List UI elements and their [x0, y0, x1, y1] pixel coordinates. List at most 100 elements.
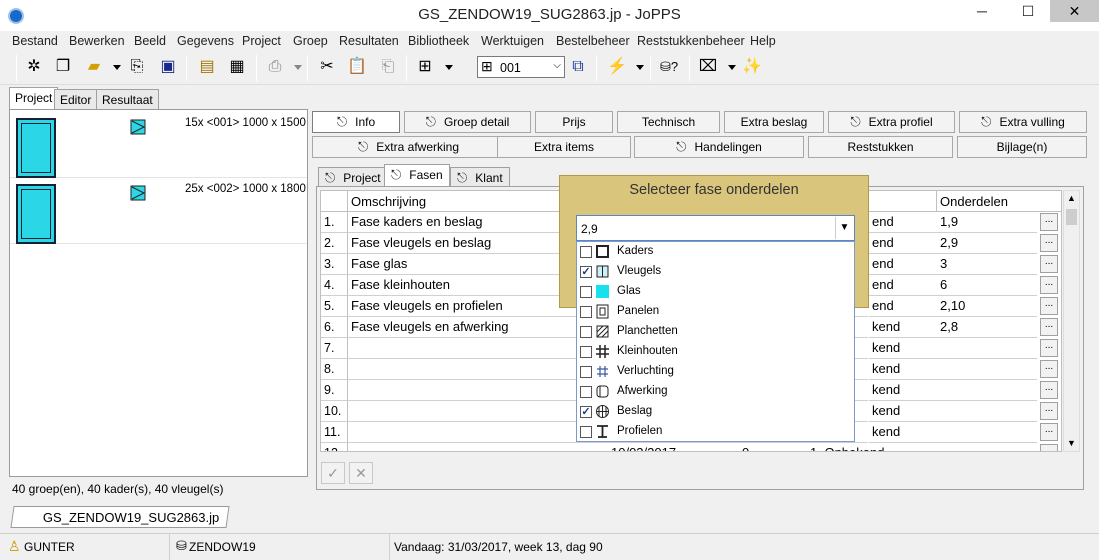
print-icon[interactable]: ⎙	[264, 56, 286, 78]
onderdeel-checkbox[interactable]	[580, 286, 592, 298]
menu-resultaten[interactable]: Resultaten	[339, 34, 399, 48]
ellipsis-button[interactable]: ...	[1040, 318, 1058, 336]
onderdeel-checkbox[interactable]	[580, 386, 592, 398]
ellipsis-button[interactable]: ...	[1040, 213, 1058, 231]
paste-icon[interactable]: 📋	[346, 56, 368, 78]
cell-onderdelen[interactable]	[937, 338, 1037, 359]
close-button[interactable]: ✕	[1050, 0, 1099, 22]
onderdeel-checkbox[interactable]: ✓	[580, 266, 592, 278]
menu-help[interactable]: Help	[750, 34, 776, 48]
cell-status[interactable]: kend	[869, 338, 937, 359]
display-icon[interactable]: ⌧	[697, 56, 719, 78]
save-icon[interactable]: ▣	[157, 56, 179, 78]
onderdeel-checkbox[interactable]: ✓	[580, 406, 592, 418]
maximize-button[interactable]: ☐	[1006, 0, 1050, 22]
select-grid-icon[interactable]: ⊞	[414, 56, 436, 78]
ellipsis-button[interactable]: ...	[1040, 423, 1058, 441]
handelingen-button[interactable]: ⎋ Handelingen	[634, 136, 804, 158]
bijlagen-button[interactable]: Bijlage(n)	[957, 136, 1087, 158]
reststukken-button[interactable]: Reststukken	[808, 136, 953, 158]
ellipsis-button[interactable]: ...	[1040, 360, 1058, 378]
ellipsis-button[interactable]: ...	[1040, 381, 1058, 399]
cell-status[interactable]: end	[869, 212, 937, 233]
tab-project-sub[interactable]: ⎋ Project	[318, 167, 388, 186]
cell-status[interactable]: kend	[869, 359, 937, 380]
tab-resultaat[interactable]: Resultaat	[96, 89, 159, 109]
menu-bestelbeheer[interactable]: Bestelbeheer	[556, 34, 630, 48]
import-icon[interactable]: ⎘	[126, 56, 148, 78]
cell-onderdelen[interactable]: 1,9	[937, 212, 1037, 233]
onderdeel-checkbox[interactable]	[580, 426, 592, 438]
new-icon[interactable]: ✲	[23, 56, 45, 78]
groups-icon[interactable]: ⧉	[567, 56, 589, 78]
ellipsis-button[interactable]: ...	[1040, 255, 1058, 273]
extra-profiel-button[interactable]: ⎋ Extra profiel	[828, 111, 955, 133]
onderdeel-item-glas[interactable]: Glas	[577, 282, 854, 302]
document-tab[interactable]: GS_ZENDOW19_SUG2863.jp	[10, 506, 230, 528]
scroll-up-icon[interactable]: ▲	[1067, 193, 1076, 203]
calculator-icon[interactable]: ▤	[196, 56, 218, 78]
cell-status[interactable]: kend	[869, 401, 937, 422]
ellipsis-button[interactable]: ...	[1040, 444, 1058, 451]
cell-status[interactable]: end	[869, 296, 937, 317]
cell-qty[interactable]: 0	[739, 443, 752, 451]
onderdeel-checkbox[interactable]	[580, 326, 592, 338]
onderdeel-item-kaders[interactable]: Kaders	[577, 242, 854, 262]
list-item[interactable]: 15x <001> 1000 x 1500	[10, 112, 307, 178]
cancel-button[interactable]: ✕	[349, 462, 373, 484]
menu-bewerken[interactable]: Bewerken	[69, 34, 125, 48]
cell-status[interactable]: kend	[869, 380, 937, 401]
cell-status[interactable]: end	[869, 275, 937, 296]
copy-icon[interactable]: ❐	[52, 56, 74, 78]
display-dropdown-arrow[interactable]	[728, 65, 736, 70]
ellipsis-button[interactable]: ...	[1040, 297, 1058, 315]
menu-project[interactable]: Project	[242, 34, 281, 48]
menu-werktuigen[interactable]: Werktuigen	[481, 34, 544, 48]
tab-project[interactable]: Project	[9, 87, 59, 110]
onderdeel-item-planchetten[interactable]: Planchetten	[577, 322, 854, 342]
cell-onderdelen[interactable]: 2,9	[937, 233, 1037, 254]
chevron-down-icon[interactable]: ▼	[835, 217, 853, 239]
lightning-dropdown-arrow[interactable]	[636, 65, 644, 70]
lightning-icon[interactable]: ⚡	[606, 56, 628, 78]
tab-fasen[interactable]: ⎋ Fasen	[384, 164, 450, 187]
onderdeel-item-kleinhouten[interactable]: Kleinhouten	[577, 342, 854, 362]
cell-onderdelen[interactable]: 2,10	[937, 296, 1037, 317]
menu-groep[interactable]: Groep	[293, 34, 328, 48]
onderdeel-checkbox[interactable]	[580, 246, 592, 258]
menu-beeld[interactable]: Beeld	[134, 34, 166, 48]
minimize-button[interactable]: ─	[960, 0, 1004, 22]
cut-icon[interactable]: ✂	[316, 56, 338, 78]
ellipsis-button[interactable]: ...	[1040, 234, 1058, 252]
extra-items-button[interactable]: Extra items	[497, 136, 631, 158]
ellipsis-button[interactable]: ...	[1040, 402, 1058, 420]
onderdeel-item-verluchting[interactable]: Verluchting	[577, 362, 854, 382]
cell-onderdelen[interactable]	[937, 443, 1037, 451]
onderdeel-item-beslag[interactable]: ✓ Beslag	[577, 402, 854, 422]
prijs-button[interactable]: Prijs	[535, 111, 613, 133]
ellipsis-button[interactable]: ...	[1040, 339, 1058, 357]
cell-onderdelen[interactable]: 2,8	[937, 317, 1037, 338]
select-dropdown-arrow[interactable]	[445, 65, 453, 70]
paste-special-icon[interactable]: ⎗	[377, 56, 399, 78]
tab-editor[interactable]: Editor	[54, 89, 98, 109]
magic-wand-icon[interactable]: ✨	[741, 56, 763, 78]
scroll-down-icon[interactable]: ▼	[1067, 438, 1076, 448]
cell-onderdelen[interactable]	[937, 401, 1037, 422]
group-select[interactable]: ⊞ 001 ⌵	[477, 56, 565, 78]
menu-reststukkenbeheer[interactable]: Reststukkenbeheer	[637, 34, 745, 48]
cell-status[interactable]: kend	[869, 317, 937, 338]
confirm-button[interactable]: ✓	[321, 462, 345, 484]
onderdeel-item-panelen[interactable]: Panelen	[577, 302, 854, 322]
cell-onderdelen[interactable]	[937, 359, 1037, 380]
onderdeel-checkbox[interactable]	[580, 306, 592, 318]
groep-detail-button[interactable]: ⎋ Groep detail	[404, 111, 531, 133]
cell-date[interactable]: 10/02/2017	[608, 443, 679, 451]
cell-status-full[interactable]: 1. Onbekend	[807, 443, 887, 451]
extra-vulling-button[interactable]: ⎋ Extra vulling	[959, 111, 1087, 133]
list-item[interactable]: 25x <002> 1000 x 1800	[10, 178, 307, 244]
database-help-icon[interactable]: ⛁?	[658, 56, 680, 78]
ellipsis-button[interactable]: ...	[1040, 276, 1058, 294]
onderdeel-checkbox[interactable]	[580, 366, 592, 378]
cell-status[interactable]: end	[869, 233, 937, 254]
